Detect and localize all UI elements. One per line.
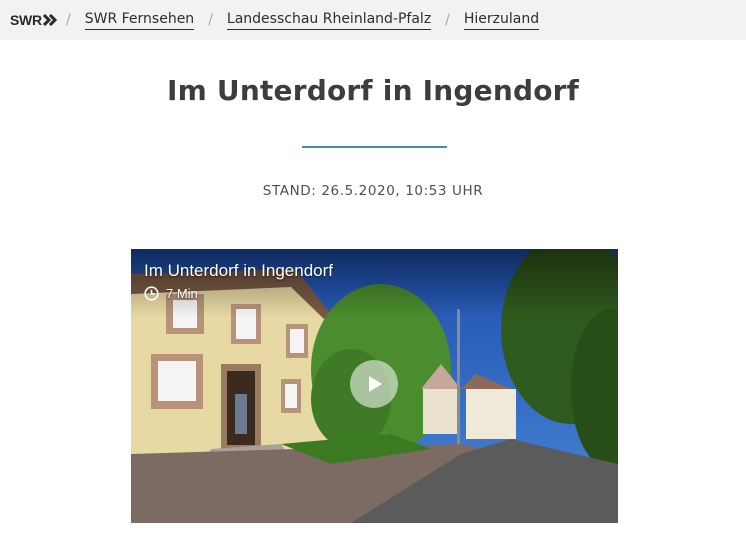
logo-text: SWR <box>10 12 42 28</box>
breadcrumb-swr-fernsehen[interactable]: SWR Fernsehen <box>84 11 195 30</box>
swr-logo[interactable]: SWR <box>10 12 58 28</box>
video-duration: 7 Min <box>144 286 198 301</box>
video-title: Im Unterdorf in Ingendorf <box>144 261 333 280</box>
play-button[interactable] <box>350 360 398 408</box>
breadcrumb-hierzuland[interactable]: Hierzuland <box>463 11 540 30</box>
breadcrumb-separator: / <box>66 12 71 28</box>
double-chevron-icon <box>42 14 57 26</box>
play-icon <box>369 376 382 392</box>
title-underline <box>302 146 447 148</box>
breadcrumb-separator: / <box>445 12 450 28</box>
video-player[interactable]: Im Unterdorf in Ingendorf 7 Min <box>131 249 618 523</box>
top-bar: SWR / SWR Fernsehen / Landesschau Rheinl… <box>0 0 746 40</box>
duration-text: 7 Min <box>166 286 198 301</box>
breadcrumb-separator: / <box>208 12 213 28</box>
publish-date: STAND: 26.5.2020, 10:53 UHR <box>262 183 484 199</box>
breadcrumb: / SWR Fernsehen / Landesschau Rheinland-… <box>66 0 553 40</box>
clock-icon <box>144 286 159 301</box>
breadcrumb-landesschau[interactable]: Landesschau Rheinland-Pfalz <box>226 11 432 30</box>
page-title: Im Unterdorf in Ingendorf <box>166 74 580 107</box>
